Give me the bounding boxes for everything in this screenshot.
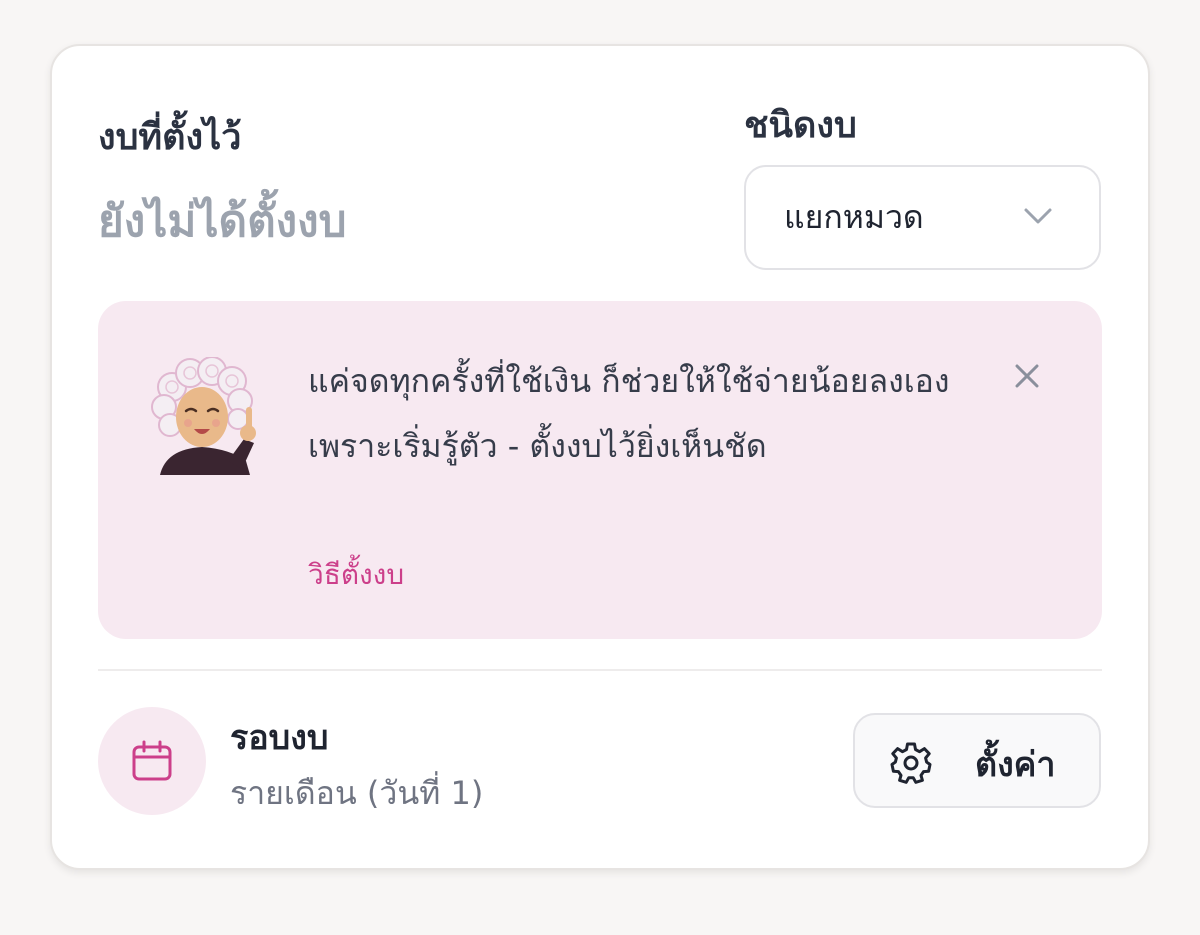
settings-button[interactable]: ตั้งค่า bbox=[853, 713, 1101, 808]
budget-type-select[interactable]: แยกหมวด bbox=[744, 165, 1101, 270]
budget-label: งบที่ตั้งไว้ bbox=[98, 117, 242, 158]
close-icon[interactable] bbox=[1012, 361, 1042, 391]
budget-type-selected: แยกหมวด bbox=[784, 198, 924, 236]
calendar-icon-badge bbox=[98, 707, 206, 815]
budget-value: ยังไม่ได้ตั้งงบ bbox=[98, 196, 347, 247]
tip-banner: แค่จดทุกครั้งที่ใช้เงิน ก็ช่วยให้ใช้จ่าย… bbox=[98, 301, 1102, 639]
divider bbox=[98, 669, 1102, 671]
settings-label: ตั้งค่า bbox=[975, 745, 1056, 785]
calendar-icon bbox=[132, 740, 172, 781]
gear-icon bbox=[890, 742, 932, 784]
chevron-down-icon bbox=[1024, 208, 1052, 224]
avatar bbox=[151, 357, 256, 475]
tip-message: แค่จดทุกครั้งที่ใช้เงิน ก็ช่วยให้ใช้จ่าย… bbox=[308, 362, 950, 465]
budget-cycle-value: รายเดือน (วันที่ 1) bbox=[230, 774, 484, 812]
budget-type-label: ชนิดงบ bbox=[744, 105, 857, 146]
budget-cycle-title: รอบงบ bbox=[230, 718, 329, 758]
how-to-budget-link[interactable]: วิธีตั้งงบ bbox=[308, 553, 404, 597]
